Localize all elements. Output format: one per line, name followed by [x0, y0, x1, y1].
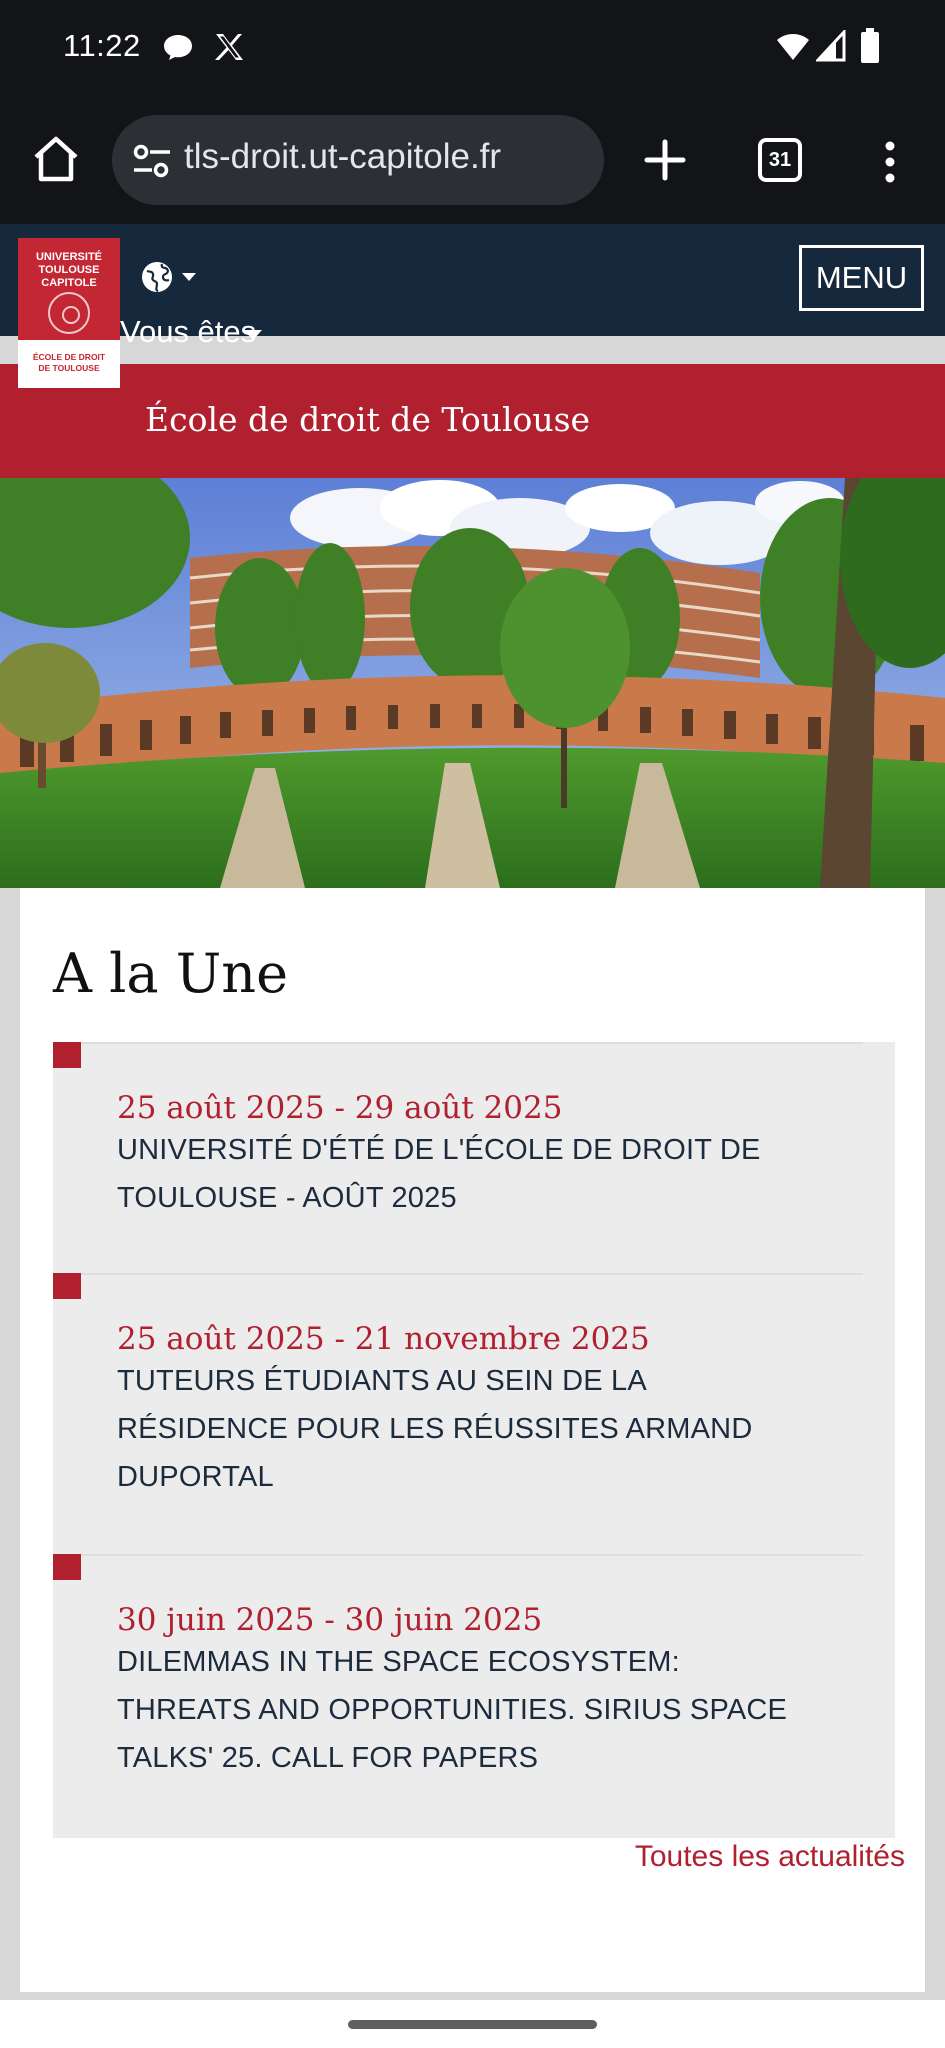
signal-icon	[816, 30, 846, 62]
news-title: DILEMMAS IN THE SPACE ECOSYSTEM: THREATS…	[117, 1646, 788, 1774]
news-title: UNIVERSITÉ D'ÉTÉ DE L'ÉCOLE DE DROIT DE …	[117, 1134, 761, 1214]
home-icon[interactable]	[30, 133, 82, 185]
logo-text-top: UNIVERSITÉ TOULOUSE CAPITOLE	[35, 251, 102, 289]
new-tab-icon[interactable]	[640, 135, 690, 185]
site-settings-icon[interactable]	[132, 143, 172, 179]
news-date: 25 août 2025 - 21 novembre 2025	[117, 1321, 650, 1357]
section-title: A la Une	[53, 942, 289, 1005]
more-vert-icon[interactable]	[870, 138, 910, 186]
battery-icon	[861, 28, 879, 63]
chat-bubble-icon	[164, 35, 192, 60]
menu-button[interactable]: MENU	[799, 245, 924, 311]
menu-label: MENU	[815, 260, 908, 295]
status-time: 11:22	[63, 28, 141, 63]
all-news-link[interactable]: Toutes les actualités	[635, 1840, 905, 1874]
status-bar: 11:22	[0, 0, 945, 100]
logo-text-bottom: ÉCOLE DE DROIT DE TOULOUSE	[32, 352, 106, 373]
news-item[interactable]: 30 juin 2025 - 30 juin 2025 DILEMMAS IN …	[53, 1554, 895, 1838]
wifi-icon	[777, 34, 809, 60]
news-date: 30 juin 2025 - 30 juin 2025	[117, 1602, 543, 1638]
language-globe-icon[interactable]	[140, 260, 204, 294]
system-nav-bar	[0, 2000, 945, 2048]
university-logo[interactable]: UNIVERSITÉ TOULOUSE CAPITOLE ÉCOLE DE DR…	[18, 238, 120, 388]
url-bar[interactable]: tls-droit.ut-capitole.fr	[112, 115, 604, 205]
news-item[interactable]: 25 août 2025 - 29 août 2025 UNIVERSITÉ D…	[53, 1042, 895, 1272]
hero-image	[0, 478, 945, 888]
news-title: TUTEURS ÉTUDIANTS AU SEIN DE LA RÉSIDENC…	[117, 1365, 753, 1493]
news-item[interactable]: 25 août 2025 - 21 novembre 2025 TUTEURS …	[53, 1273, 895, 1553]
banner-title: École de droit de Toulouse	[145, 400, 591, 439]
x-logo-icon	[215, 34, 243, 60]
tabs-button[interactable]: 31	[758, 138, 802, 182]
main-content: A la Une 25 août 2025 - 29 août 2025 UNI…	[20, 888, 925, 1992]
logo-bottom-panel: ÉCOLE DE DROIT DE TOULOUSE	[18, 340, 120, 388]
audience-dropdown[interactable]: Vous êtes	[120, 314, 256, 350]
news-date: 25 août 2025 - 29 août 2025	[117, 1090, 563, 1126]
gesture-handle[interactable]	[348, 2020, 597, 2029]
browser-toolbar: tls-droit.ut-capitole.fr 31	[0, 100, 945, 224]
news-list: 25 août 2025 - 29 août 2025 UNIVERSITÉ D…	[53, 1042, 895, 1838]
logo-emblem-icon	[48, 292, 90, 334]
url-text: tls-droit.ut-capitole.fr	[184, 137, 502, 176]
tab-count: 31	[768, 149, 792, 171]
chevron-down-icon[interactable]	[244, 330, 262, 340]
school-banner: École de droit de Toulouse	[0, 364, 945, 478]
